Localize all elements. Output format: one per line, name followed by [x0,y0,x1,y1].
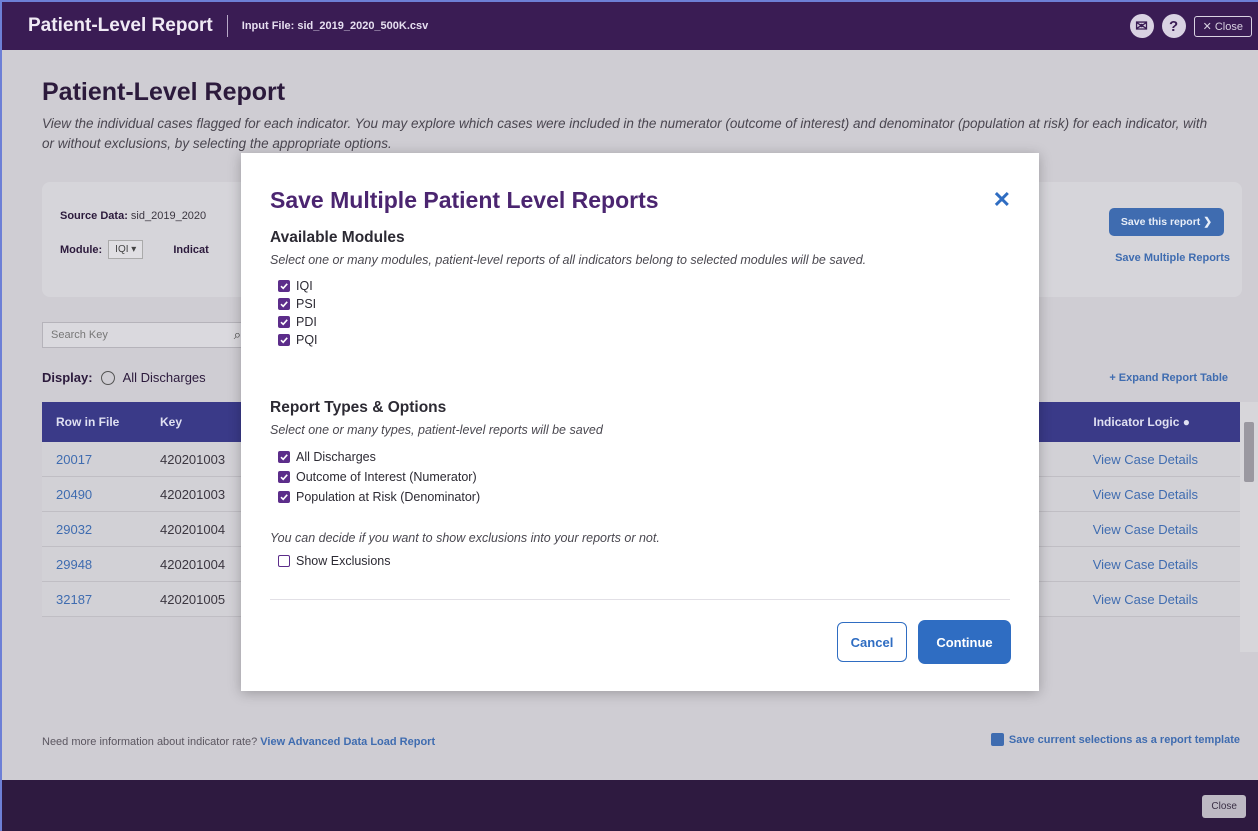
module-checkbox-pqi[interactable]: PQI [278,331,318,349]
top-close-button[interactable]: ✕ Close [1193,15,1252,37]
checkbox-checked-icon[interactable] [278,316,290,328]
header-row-in-file[interactable]: Row in File [42,415,160,429]
modules-checklist: IQI PSI PDI PQI [278,277,318,349]
advanced-data-load-link[interactable]: View Advanced Data Load Report [260,736,435,748]
scrollbar-thumb[interactable] [1244,422,1254,482]
page-description: View the individual cases flagged for ea… [42,116,1208,151]
save-template-label: Save current selections as a report temp… [1008,733,1240,746]
module-checkbox-iqi[interactable]: IQI [278,277,318,295]
header-indicator-logic-label: Indicator Logic [1093,415,1180,429]
message-icon[interactable]: ✉ [1129,14,1154,38]
view-case-details-link[interactable]: View Case Details [1093,522,1198,537]
top-bar: Patient-Level Report Input File: sid_201… [0,0,1258,50]
close-icon[interactable]: ✕ [993,187,1011,213]
page-title: Patient-Level Report [42,78,286,106]
type-label-all-discharges: All Discharges [296,450,376,464]
save-disk-icon [990,733,1004,746]
save-template-link[interactable]: Save current selections as a report temp… [990,733,1240,746]
info-icon[interactable]: ● [1183,415,1190,429]
all-discharges-label: All Discharges [122,370,206,385]
view-case-details-link[interactable]: View Case Details [1093,487,1198,502]
type-checkbox-numerator[interactable]: Outcome of Interest (Numerator) [278,467,480,487]
type-label-numerator: Outcome of Interest (Numerator) [296,470,477,484]
view-case-details-link[interactable]: View Case Details [1093,557,1198,572]
module-label-iqi: IQI [296,279,313,293]
view-case-details-link[interactable]: View Case Details [1093,592,1198,607]
bottom-info-text: Need more information about indicator ra… [42,736,258,748]
cancel-button[interactable]: Cancel [837,622,907,662]
row-in-file-link[interactable]: 29948 [42,557,160,572]
expand-report-table-link[interactable]: + Expand Report Table [1109,372,1228,384]
checkbox-checked-icon[interactable] [278,471,290,483]
available-modules-title: Available Modules [270,229,405,246]
report-types-title: Report Types & Options [270,399,447,416]
save-this-report-button[interactable]: Save this report ❯ [1108,208,1224,236]
search-icon[interactable]: ⌕ [234,327,241,343]
type-checkbox-all-discharges[interactable]: All Discharges [278,447,480,467]
all-discharges-radio[interactable] [100,370,115,385]
table-scrollbar[interactable] [1240,402,1258,652]
module-label-pdi: PDI [296,315,317,329]
indicator-label: Indicat [173,243,209,256]
search-placeholder: Search Key [51,329,108,341]
save-multiple-reports-link[interactable]: Save Multiple Reports [1115,252,1230,264]
app-title: Patient-Level Report [28,15,213,36]
module-select-value: IQI [115,244,129,255]
show-exclusions-label: Show Exclusions [296,554,391,568]
modal-title: Save Multiple Patient Level Reports [270,187,659,213]
module-label-pqi: PQI [296,333,318,347]
module-row: Module: IQI ▾ Indicat [60,240,209,259]
module-checkbox-psi[interactable]: PSI [278,295,318,313]
help-icon[interactable]: ? [1161,14,1186,38]
report-types-desc: Select one or many types, patient-level … [270,423,603,437]
continue-button[interactable]: Continue [918,620,1011,664]
show-exclusions-checkbox[interactable]: Show Exclusions [278,552,391,570]
module-label-psi: PSI [296,297,317,311]
display-row: Display: All Discharges [42,370,206,385]
checkbox-checked-icon[interactable] [278,298,290,310]
bottom-info: Need more information about indicator ra… [42,736,435,748]
source-data: Source Data: sid_2019_2020 [60,210,206,222]
row-in-file-link[interactable]: 32187 [42,592,160,607]
footer-close-button[interactable]: Close [1202,795,1246,818]
types-checklist: All Discharges Outcome of Interest (Nume… [278,447,480,507]
row-in-file-link[interactable]: 29032 [42,522,160,537]
title-divider [226,15,228,37]
module-select[interactable]: IQI ▾ [108,240,144,259]
modal-divider [270,599,1010,600]
footer-bar: Close [0,780,1258,831]
available-modules-desc: Select one or many modules, patient-leve… [270,253,867,267]
type-label-denominator: Population at Risk (Denominator) [296,490,481,504]
module-label: Module: [60,243,103,256]
input-file-label: Input File: sid_2019_2020_500K.csv [241,20,429,32]
module-checkbox-pdi[interactable]: PDI [278,313,318,331]
source-data-value: sid_2019_2020 [130,210,207,222]
checkbox-unchecked-icon[interactable] [278,555,290,567]
source-data-label: Source Data: [60,210,128,222]
type-checkbox-denominator[interactable]: Population at Risk (Denominator) [278,487,480,507]
checkbox-checked-icon[interactable] [278,280,290,292]
search-input[interactable]: Search Key ⌕ [42,322,248,348]
view-case-details-link[interactable]: View Case Details [1093,452,1198,467]
save-multiple-reports-modal: Save Multiple Patient Level Reports ✕ Av… [241,153,1039,691]
checkbox-checked-icon[interactable] [278,491,290,503]
exclusions-checklist: Show Exclusions [278,552,391,570]
checkbox-checked-icon[interactable] [278,334,290,346]
exclusions-desc: You can decide if you want to show exclu… [270,531,660,545]
checkbox-checked-icon[interactable] [278,451,290,463]
display-label: Display: [42,370,93,385]
top-actions: ✉ ? ✕ Close [1129,14,1252,38]
row-in-file-link[interactable]: 20017 [42,452,160,467]
row-in-file-link[interactable]: 20490 [42,487,160,502]
header-indicator-logic[interactable]: Indicator Logic ● [1093,415,1190,429]
